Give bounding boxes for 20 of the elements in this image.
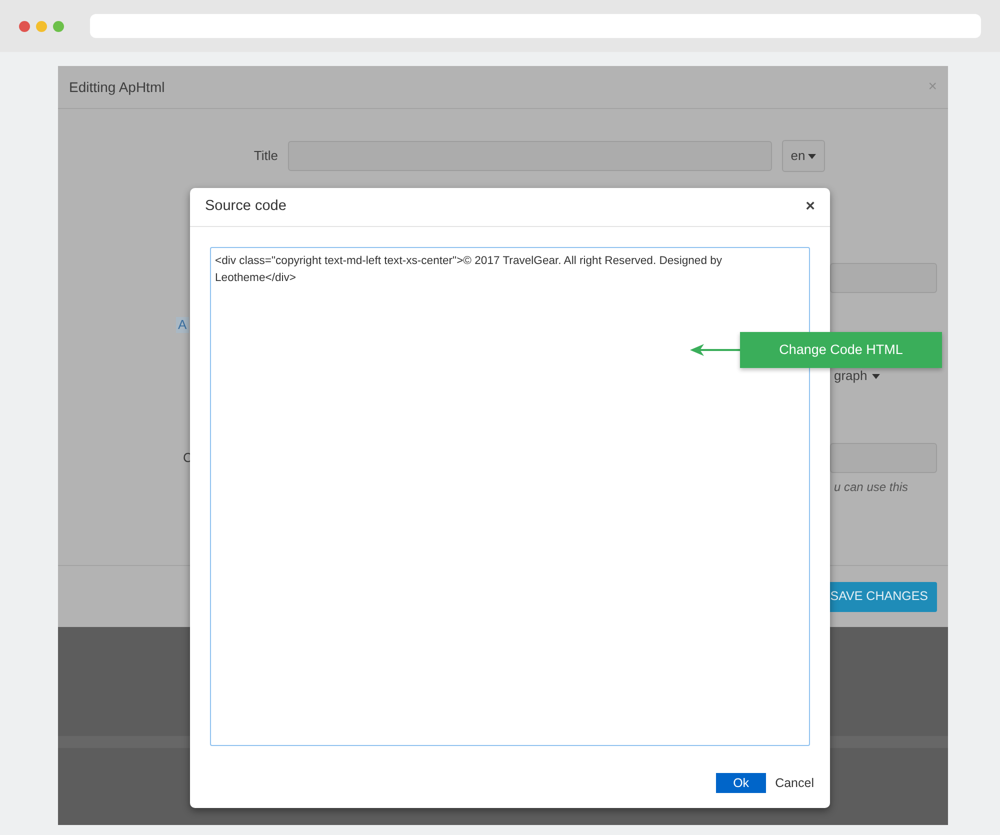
text-field[interactable] [830, 443, 937, 473]
address-bar[interactable] [90, 14, 981, 38]
callout-label: Change Code HTML [740, 332, 942, 368]
caret-icon [808, 154, 816, 158]
caret-icon [872, 374, 880, 378]
close-window-icon[interactable] [19, 20, 30, 32]
ok-button[interactable]: Ok [716, 773, 766, 793]
format-dropdown[interactable]: graph [834, 366, 880, 386]
cancel-link[interactable]: Cancel [775, 774, 814, 792]
text-field[interactable] [830, 263, 937, 293]
field-label: Title [252, 147, 278, 166]
dialog-title: Editting ApHtml [69, 78, 165, 97]
hint-text: u can use this [834, 479, 908, 496]
language-dropdown[interactable]: en [782, 140, 825, 172]
tab-label[interactable]: A [176, 317, 189, 333]
arrow-icon [690, 344, 740, 356]
minimize-window-icon[interactable] [36, 20, 47, 32]
close-icon[interactable]: × [806, 195, 815, 219]
maximize-window-icon[interactable] [53, 20, 64, 32]
dialog-title: Source code [205, 197, 286, 216]
